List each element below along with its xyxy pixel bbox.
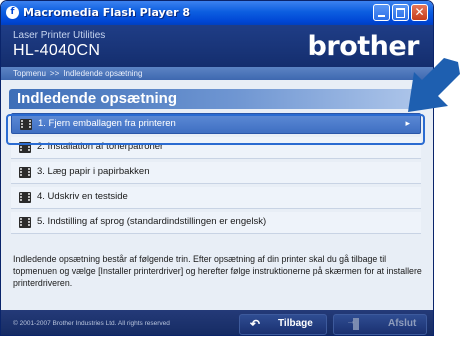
minimize-icon bbox=[374, 5, 389, 20]
exit-button[interactable]: Afslut bbox=[333, 314, 427, 335]
footer-bar: © 2001-2007 Brother Industries Ltd. All … bbox=[1, 310, 433, 335]
app-header: Laser Printer Utilities HL-4040CN brothe… bbox=[1, 25, 433, 67]
description-text: Indledende opsætning består af følgende … bbox=[13, 254, 422, 288]
menu-item-testpage[interactable]: 4. Udskriv en testside bbox=[11, 187, 421, 209]
menu-item-language[interactable]: 5. Indstilling af sprog (standardindstil… bbox=[11, 212, 421, 234]
menu-item-label: 3. Læg papir i papirbakken bbox=[37, 166, 150, 177]
section-heading-bar: Indledende opsætning bbox=[9, 89, 421, 109]
breadcrumb-separator: >> bbox=[49, 69, 60, 78]
flash-icon: f bbox=[6, 6, 19, 19]
film-icon bbox=[19, 167, 31, 178]
back-arrow-icon: ↶ bbox=[250, 317, 261, 331]
copyright-text: © 2001-2007 Brother Industries Ltd. All … bbox=[13, 320, 170, 327]
close-icon: ✕ bbox=[414, 5, 425, 19]
close-button[interactable]: ✕ bbox=[411, 4, 428, 21]
section-heading: Indledende opsætning bbox=[17, 90, 177, 107]
maximize-icon bbox=[393, 5, 408, 20]
flash-player-window: f Macromedia Flash Player 8 ✕ Laser Prin… bbox=[0, 0, 434, 336]
brother-logo: brother bbox=[307, 31, 420, 62]
selection-highlight bbox=[6, 114, 425, 145]
breadcrumb-home-link[interactable]: Topmenu bbox=[13, 69, 46, 78]
pointer-arrow-icon bbox=[408, 58, 460, 112]
exit-button-label: Afslut bbox=[388, 318, 417, 329]
maximize-button[interactable] bbox=[392, 4, 409, 21]
window-title: Macromedia Flash Player 8 bbox=[23, 6, 191, 19]
title-bar[interactable]: f Macromedia Flash Player 8 ✕ bbox=[1, 1, 433, 25]
film-icon bbox=[19, 192, 31, 203]
back-button-label: Tilbage bbox=[278, 318, 313, 329]
minimize-button[interactable] bbox=[373, 4, 390, 21]
exit-door-icon bbox=[346, 316, 360, 330]
menu-item-label: 5. Indstilling af sprog (standardindstil… bbox=[37, 216, 267, 227]
header-subtitle: Laser Printer Utilities bbox=[13, 30, 106, 41]
printer-model: HL-4040CN bbox=[13, 42, 101, 59]
menu-item-paper[interactable]: 3. Læg papir i papirbakken bbox=[11, 162, 421, 184]
breadcrumb: Topmenu >> Indledende opsætning bbox=[1, 67, 433, 80]
film-icon bbox=[19, 217, 31, 228]
breadcrumb-current: Indledende opsætning bbox=[63, 69, 143, 78]
menu-item-label: 4. Udskriv en testside bbox=[37, 191, 128, 202]
back-button[interactable]: ↶ Tilbage bbox=[239, 314, 327, 335]
